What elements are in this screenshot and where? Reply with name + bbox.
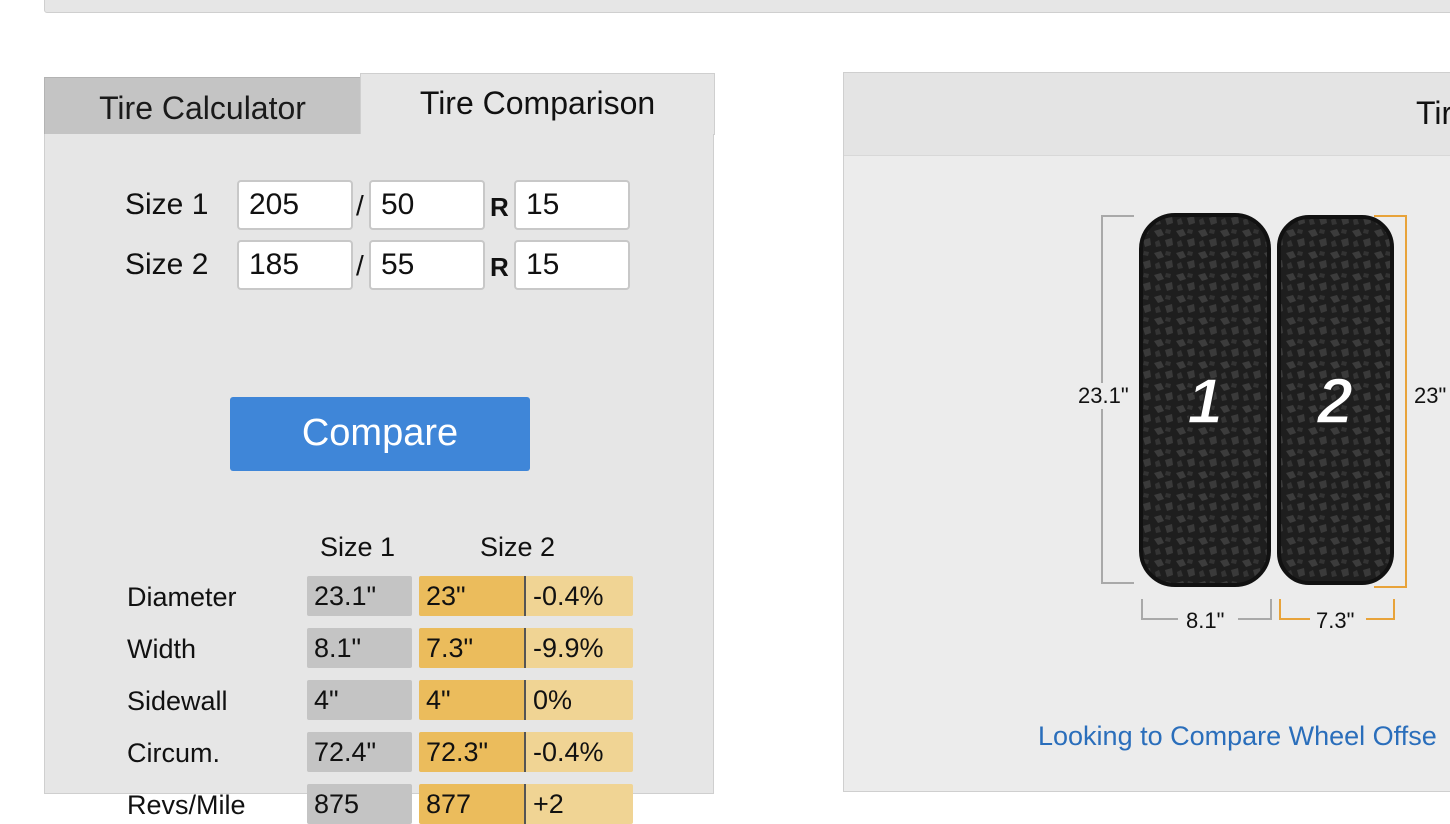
tab-tire-calculator[interactable]: Tire Calculator (44, 77, 361, 136)
difference-value: -9.9% (526, 628, 633, 668)
tire2-number: 2 (1316, 365, 1353, 437)
size1-aspect-input[interactable]: 50 (369, 180, 485, 230)
size2-value: 7.3" (419, 628, 526, 668)
size2-label: Size 2 (125, 248, 209, 281)
result-label: Width (127, 634, 197, 664)
r-separator: R (490, 252, 509, 282)
result-label: Sidewall (127, 686, 228, 716)
comparison-form: Size 1 205 / 50 R 15 Size 2 185 / 55 R 1… (44, 134, 714, 824)
size2-aspect-input[interactable]: 55 (369, 240, 485, 290)
tire1-number: 1 (1187, 365, 1223, 437)
size2-value: 23" (419, 576, 526, 616)
result-label: Revs/Mile (127, 790, 246, 820)
result-label: Diameter (127, 582, 237, 612)
result-label: Circum. (127, 738, 220, 768)
compare-wheel-offset-link[interactable]: Looking to Compare Wheel Offse (1038, 721, 1437, 752)
slash-separator: / (356, 190, 364, 221)
slash-separator: / (356, 250, 364, 281)
tire-calculator-panel: Tire Calculator Tire Comparison Size 1 2… (44, 73, 715, 824)
size2-row: Size 2 185 / 55 R 15 (125, 240, 645, 292)
tire2-diameter-label: 23" (1412, 383, 1449, 409)
r-separator: R (490, 192, 509, 222)
difference-value: -0.4% (526, 732, 633, 772)
visual-panel-header: Tir (844, 73, 1450, 156)
size2-value: 72.3" (419, 732, 526, 772)
size2-width-input[interactable]: 185 (237, 240, 353, 290)
top-panel-edge (44, 0, 1450, 13)
difference-value: +2 (526, 784, 633, 824)
result-row-revs-per-mile: Revs/Mile 875 877 +2 (127, 784, 647, 824)
size1-value: 72.4" (307, 732, 412, 772)
size1-row: Size 1 205 / 50 R 15 (125, 180, 645, 232)
size2-value: 4" (419, 680, 526, 720)
compare-button[interactable]: Compare (230, 397, 530, 471)
size1-value: 875 (307, 784, 412, 824)
tab-tire-comparison[interactable]: Tire Comparison (360, 73, 715, 135)
size1-value: 4" (307, 680, 412, 720)
size1-rim-input[interactable]: 15 (514, 180, 630, 230)
tire1-graphic: 1 (1139, 213, 1271, 587)
result-row-width: Width 8.1" 7.3" -9.9% (127, 628, 647, 668)
size1-value: 8.1" (307, 628, 412, 668)
result-row-circumference: Circum. 72.4" 72.3" -0.4% (127, 732, 647, 772)
tire-diagram: 1 2 (1101, 213, 1407, 620)
tire1-diameter-label: 23.1" (1076, 383, 1131, 409)
visual-panel-title: Tir (1416, 95, 1450, 131)
size2-value: 877 (419, 784, 526, 824)
size1-width-input[interactable]: 205 (237, 180, 353, 230)
difference-value: -0.4% (526, 576, 633, 616)
size1-value: 23.1" (307, 576, 412, 616)
size1-label: Size 1 (125, 188, 209, 221)
result-row-diameter: Diameter 23.1" 23" -0.4% (127, 576, 647, 616)
tire1-width-label: 8.1" (1184, 608, 1227, 634)
tire2-graphic: 2 (1277, 215, 1394, 585)
results-header-size1: Size 1 (320, 532, 396, 562)
tire-visual-panel: Tir 1 2 23.1" 23" 8.1" 7.3" Looking to C… (843, 72, 1450, 792)
tire2-width-label: 7.3" (1314, 608, 1357, 634)
result-row-sidewall: Sidewall 4" 4" 0% (127, 680, 647, 720)
size2-rim-input[interactable]: 15 (514, 240, 630, 290)
difference-value: 0% (526, 680, 633, 720)
results-header-size2: Size 2 (480, 532, 556, 562)
